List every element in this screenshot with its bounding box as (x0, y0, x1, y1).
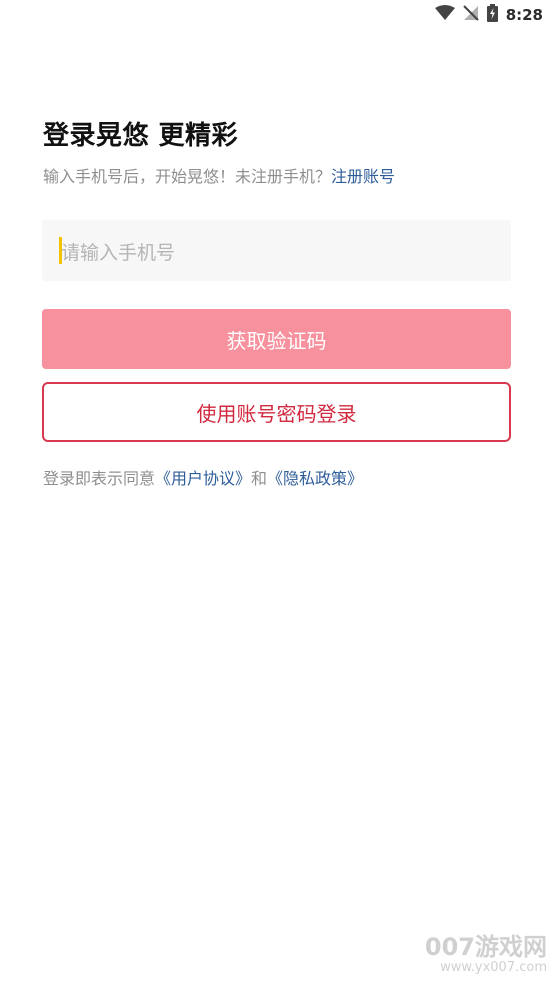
phone-input-placeholder: 请输入手机号 (61, 242, 176, 264)
account-password-login-button[interactable]: 使用账号密码登录 (42, 382, 511, 442)
agreement-text: 登录即表示同意《用户协议》和《隐私政策》 (43, 465, 363, 489)
status-time: 8:28 (505, 6, 543, 24)
watermark: 007游戏网 www.yx007.com (425, 934, 547, 975)
get-code-button[interactable]: 获取验证码 (42, 309, 511, 369)
no-signal-icon (462, 5, 479, 25)
agreement-prefix: 登录即表示同意 (43, 469, 156, 488)
register-link[interactable]: 注册账号 (331, 167, 395, 186)
page-title: 登录晃悠 更精彩 (43, 121, 239, 151)
status-bar: 8:28 (0, 0, 553, 30)
watermark-main: 007游戏网 (424, 933, 547, 962)
battery-charging-icon (486, 4, 498, 26)
privacy-policy-link[interactable]: 《隐私政策》 (267, 469, 363, 488)
watermark-url: www.yx007.com (440, 959, 547, 975)
subtitle: 输入手机号后，开始晃悠！未注册手机？注册账号 (43, 163, 395, 187)
subtitle-text: 输入手机号后，开始晃悠！未注册手机？ (43, 167, 332, 186)
wifi-icon (434, 5, 455, 25)
agreement-and: 和 (251, 469, 268, 488)
phone-input[interactable]: 请输入手机号 (42, 220, 511, 281)
status-icons: 8:28 (434, 4, 543, 26)
user-agreement-link[interactable]: 《用户协议》 (155, 469, 251, 488)
